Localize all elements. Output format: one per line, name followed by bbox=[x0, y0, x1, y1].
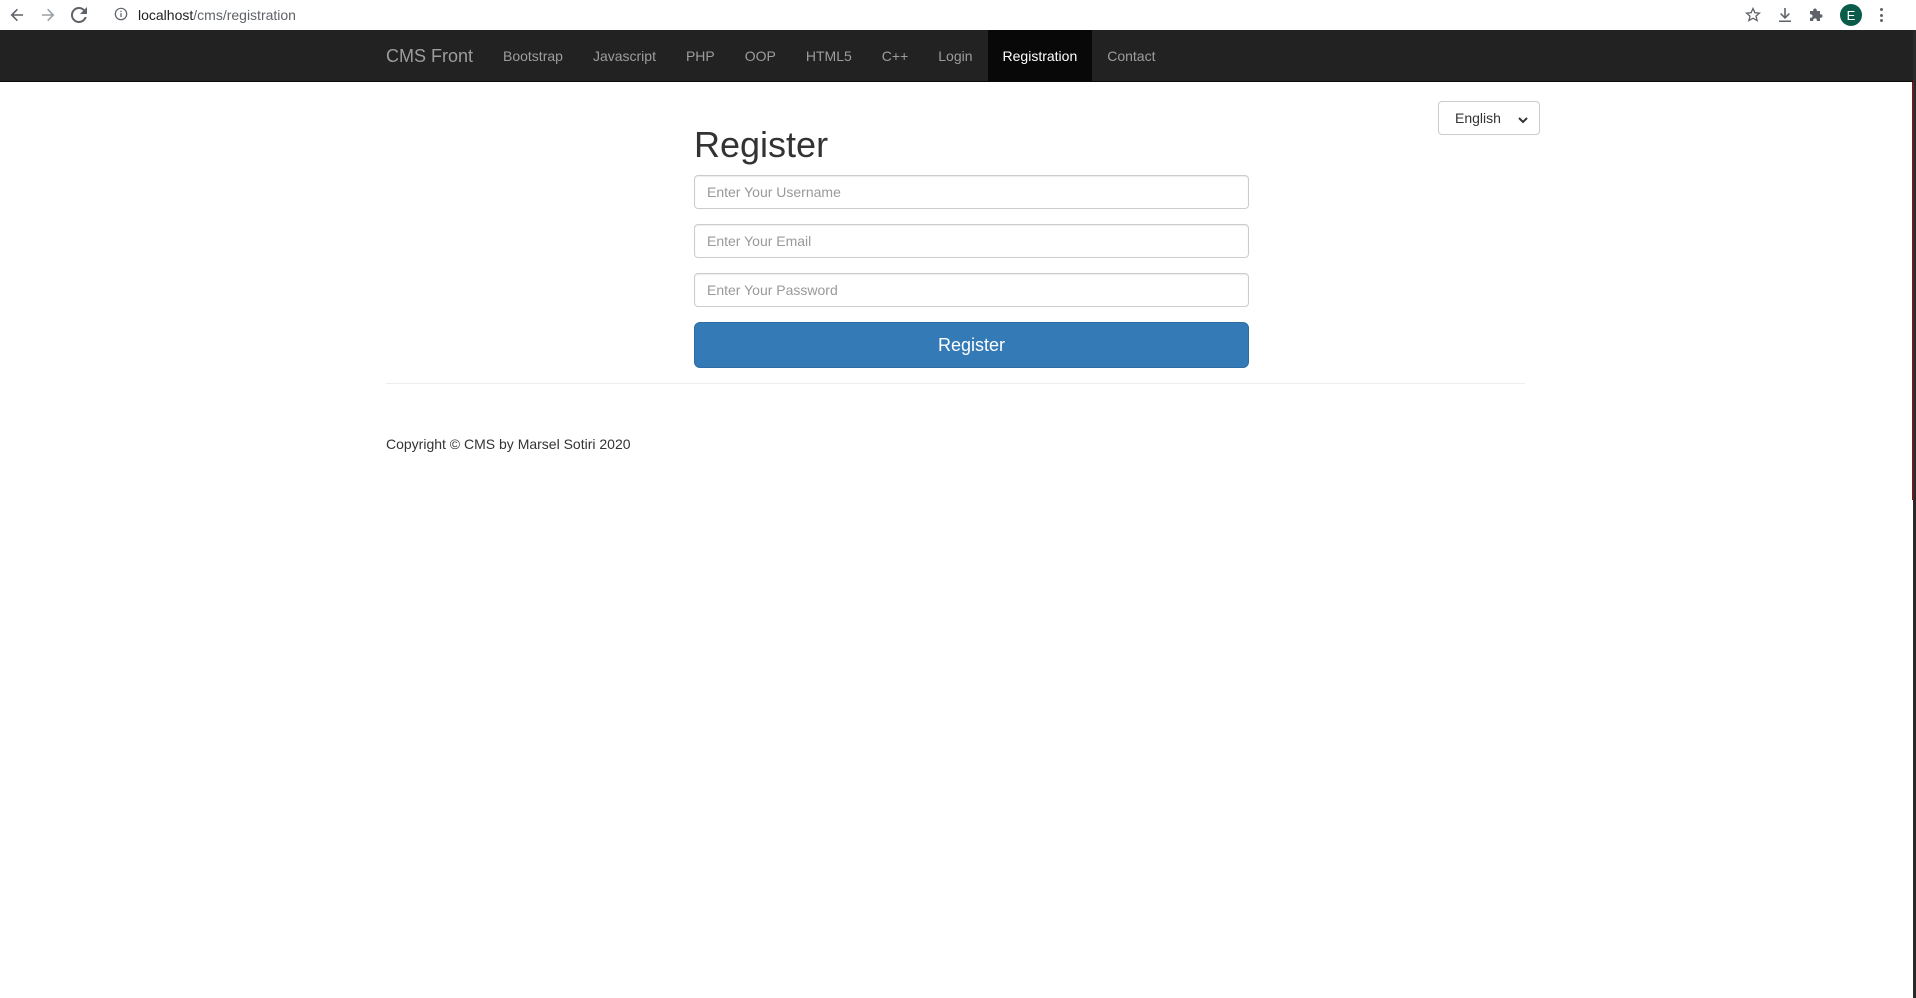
nav-item-php[interactable]: PHP bbox=[671, 30, 730, 82]
back-arrow-icon[interactable] bbox=[6, 4, 28, 26]
footer-copyright: Copyright © CMS by Marsel Sotiri 2020 bbox=[386, 436, 631, 452]
language-select[interactable]: English bbox=[1438, 101, 1540, 135]
footer-divider bbox=[386, 383, 1525, 384]
nav-item-registration[interactable]: Registration bbox=[987, 30, 1093, 82]
email-input[interactable] bbox=[694, 224, 1249, 258]
nav-item-html5[interactable]: HTML5 bbox=[791, 30, 867, 82]
reload-icon[interactable] bbox=[68, 4, 90, 26]
window-edge-accent bbox=[1912, 80, 1914, 500]
navbar-brand[interactable]: CMS Front bbox=[386, 30, 473, 82]
address-bar[interactable]: localhost/cms/registration bbox=[114, 4, 296, 26]
browser-actions: E bbox=[1744, 0, 1886, 30]
forward-arrow-icon[interactable] bbox=[37, 4, 59, 26]
url-path: /cms/registration bbox=[193, 7, 296, 23]
navbar-menu: Bootstrap Javascript PHP OOP HTML5 C++ L… bbox=[488, 30, 1170, 82]
username-input[interactable] bbox=[694, 175, 1249, 209]
page-title: Register bbox=[694, 124, 829, 165]
site-navbar: CMS Front Bootstrap Javascript PHP OOP H… bbox=[0, 30, 1913, 82]
register-button[interactable]: Register bbox=[694, 322, 1249, 368]
registration-form: Register Register bbox=[694, 112, 1249, 368]
nav-item-login[interactable]: Login bbox=[923, 30, 987, 82]
info-icon[interactable] bbox=[114, 7, 130, 23]
nav-item-javascript[interactable]: Javascript bbox=[578, 30, 671, 82]
extensions-puzzle-icon[interactable] bbox=[1808, 6, 1826, 24]
browser-toolbar: localhost/cms/registration E bbox=[0, 0, 1916, 30]
nav-item-bootstrap[interactable]: Bootstrap bbox=[488, 30, 578, 82]
profile-avatar[interactable]: E bbox=[1840, 4, 1862, 26]
nav-item-cpp[interactable]: C++ bbox=[867, 30, 923, 82]
chevron-down-icon bbox=[1517, 113, 1529, 125]
nav-item-contact[interactable]: Contact bbox=[1092, 30, 1170, 82]
nav-item-oop[interactable]: OOP bbox=[730, 30, 791, 82]
download-icon[interactable] bbox=[1776, 6, 1794, 24]
bookmark-star-icon[interactable] bbox=[1744, 6, 1762, 24]
language-selected-value: English bbox=[1455, 110, 1501, 126]
browser-menu-icon[interactable] bbox=[1876, 6, 1886, 24]
url-host: localhost bbox=[138, 7, 194, 23]
password-input[interactable] bbox=[694, 273, 1249, 307]
